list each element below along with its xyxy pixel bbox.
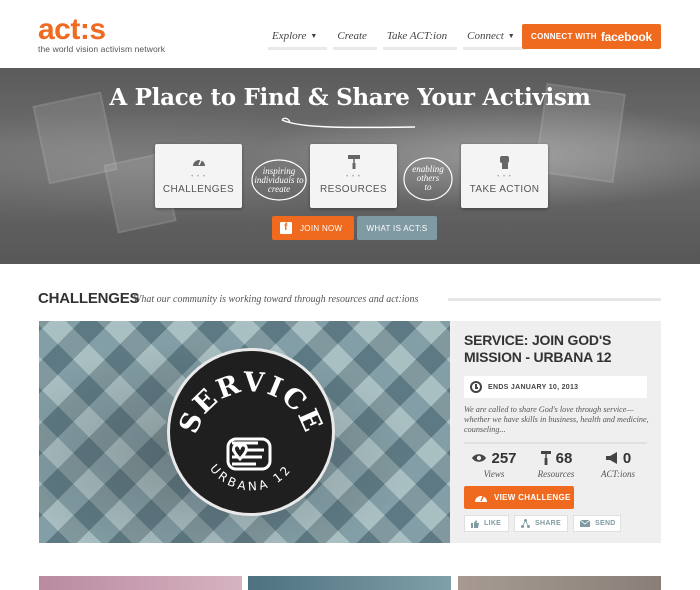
section-title: CHALLENGES [38, 290, 140, 307]
view-challenge-button[interactable]: VIEW CHALLENGE [464, 486, 574, 509]
nav-connect[interactable]: Connect ▼ [457, 30, 525, 50]
paint-roller-icon [540, 451, 552, 465]
envelope-icon [580, 520, 590, 527]
card-resources-label: RESOURCES [320, 184, 387, 195]
nav-explore[interactable]: Explore ▼ [262, 30, 328, 50]
clock-icon [470, 381, 482, 393]
section-subtitle: What our community is working toward thr… [133, 294, 419, 305]
share-button[interactable]: SHARE [514, 515, 568, 532]
share-label: SHARE [535, 520, 562, 527]
views-label: Views [483, 469, 505, 479]
like-button[interactable]: LIKE [464, 515, 509, 532]
challenge-title[interactable]: SERVICE: JOIN GOD'S MISSION - URBANA 12 [464, 332, 654, 366]
actions-label: ACT:ions [600, 469, 635, 479]
end-date-box: ENDS JANUARY 10, 2013 [464, 376, 647, 398]
end-date-label: ENDS JANUARY 10, 2013 [488, 383, 579, 391]
thumbs-up-icon [471, 519, 479, 528]
caret-down-icon: ▼ [507, 32, 515, 40]
megaphone-icon [605, 452, 619, 464]
connect-facebook-button[interactable]: CONNECT WITH facebook [522, 24, 661, 49]
site-header: act:s the world vision activism network … [0, 0, 700, 68]
join-now-label: JOIN NOW [300, 223, 343, 233]
stat-views: 257 Views [464, 449, 524, 479]
facebook-icon: f [280, 222, 292, 234]
hero-banner: A Place to Find & Share Your Activism • … [0, 68, 700, 264]
site-logo[interactable]: act:s [38, 15, 106, 45]
eye-icon [471, 453, 487, 463]
resources-count: 68 [555, 449, 573, 467]
caret-down-icon: ▼ [310, 32, 318, 40]
card-take-action-label: TAKE ACTION [469, 184, 540, 195]
bubble-line: to [424, 182, 432, 192]
stat-actions: 0 ACT:ions [588, 449, 648, 480]
swoosh-decoration [281, 117, 416, 129]
connect-prefix: CONNECT WITH [531, 32, 597, 41]
nav-explore-label: Explore [272, 30, 307, 42]
card-dots: • • • [346, 174, 361, 180]
facebook-wordmark: facebook [600, 29, 652, 44]
bubble-inspiring: inspiring individuals to create [250, 158, 308, 202]
gauge-icon [155, 154, 242, 170]
hero-title: A Place to Find & Share Your Activism [109, 84, 591, 111]
featured-challenge-image[interactable]: SERVICE URBANA 12 [39, 321, 450, 543]
svg-text:URBANA 12: URBANA 12 [207, 461, 295, 493]
challenge-detail-panel: SERVICE: JOIN GOD'S MISSION - URBANA 12 … [450, 321, 661, 543]
actions-count: 0 [622, 449, 632, 467]
what-is-acts-button[interactable]: WHAT IS ACT:S [357, 216, 437, 240]
nav-create[interactable]: Create [327, 30, 377, 50]
raised-fist-icon [461, 154, 548, 170]
card-challenges-label: CHALLENGES [162, 184, 235, 195]
challenge-thumbnail[interactable] [39, 576, 242, 590]
gauge-icon [474, 492, 488, 503]
join-now-button[interactable]: f JOIN NOW [272, 216, 354, 240]
share-icon [521, 519, 530, 528]
bubble-enabling: enabling others to [402, 156, 454, 202]
nav-take-action-label: Take ACT:ion [386, 30, 448, 42]
paint-roller-icon [310, 154, 397, 170]
card-resources[interactable]: • • • RESOURCES [310, 144, 397, 208]
what-is-acts-label: WHAT IS ACT:S [366, 223, 428, 233]
section-divider [448, 298, 661, 301]
badge-subtitle: URBANA 12 [207, 461, 292, 493]
bubble-line: create [267, 184, 291, 194]
challenge-thumbnail[interactable] [248, 576, 451, 590]
card-dots: • • • [191, 174, 206, 180]
send-button[interactable]: SEND [573, 515, 621, 532]
site-tagline: the world vision activism network [38, 44, 166, 54]
main-nav: Explore ▼ Create Take ACT:ion Connect ▼ [262, 30, 525, 50]
challenge-thumbnail[interactable] [458, 576, 661, 590]
nav-connect-label: Connect [467, 30, 504, 42]
panel-divider [464, 442, 647, 444]
nav-take-action[interactable]: Take ACT:ion [377, 30, 458, 50]
service-badge: SERVICE URBANA 12 [167, 348, 335, 516]
nav-create-label: Create [337, 30, 367, 42]
views-count: 257 [491, 449, 517, 467]
view-challenge-label: VIEW CHALLENGE [494, 493, 571, 502]
badge-title: SERVICE [173, 367, 326, 438]
challenge-description: We are called to share God's love throug… [464, 405, 649, 434]
like-label: LIKE [484, 520, 502, 527]
card-challenges[interactable]: • • • CHALLENGES [155, 144, 242, 208]
send-label: SEND [595, 520, 616, 527]
card-take-action[interactable]: • • • TAKE ACTION [461, 144, 548, 208]
resources-label: Resources [537, 469, 575, 479]
svg-text:SERVICE: SERVICE [173, 367, 328, 438]
card-dots: • • • [497, 174, 512, 180]
stat-resources: 68 Resources [526, 449, 586, 480]
